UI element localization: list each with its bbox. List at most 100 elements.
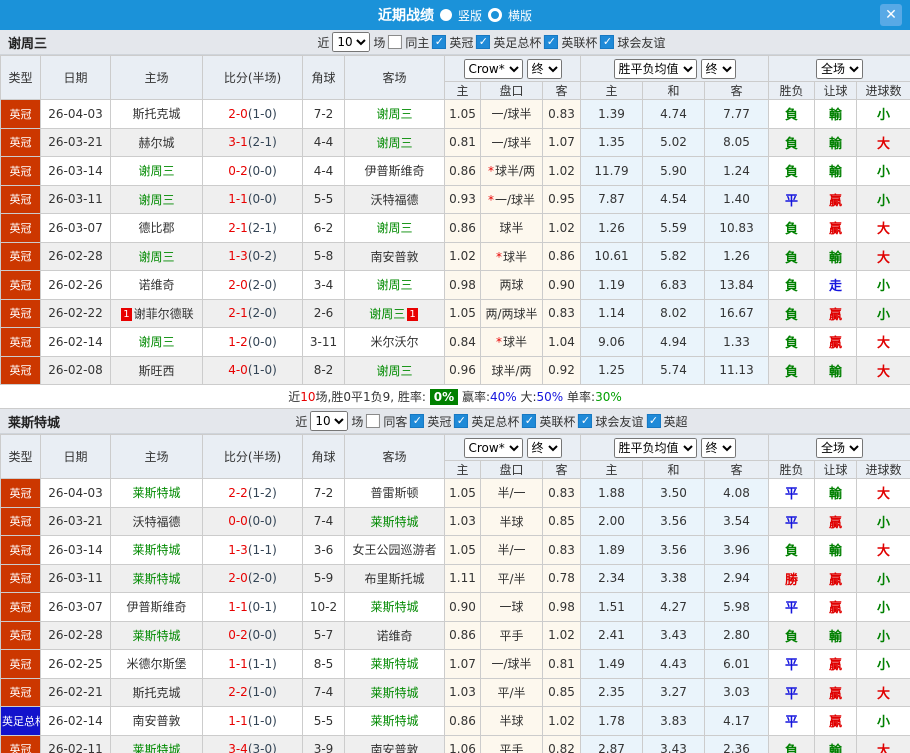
home-team: 莱斯特城	[110, 535, 203, 565]
fulltime-score: 2-0	[228, 106, 248, 121]
scope-select-2[interactable]: 全场	[816, 437, 864, 458]
home-team: 德比郡	[110, 213, 203, 243]
result-handicap: 輸	[814, 99, 858, 129]
match-row: 英冠 26-04-03 斯托克城 2-0(1-0) 7-2 谢周三 1.05 一/球半 0.83…	[0, 99, 910, 129]
away-team: 谢周三 1	[344, 298, 445, 328]
handicap: 一/球半	[480, 127, 543, 157]
match-date: 26-03-11	[40, 184, 111, 214]
result-goals: 小	[856, 620, 910, 650]
league-checkbox-英联杯[interactable]: ✓	[522, 414, 537, 428]
avg-draw-odds: 4.54	[642, 184, 706, 214]
type-badge: 英冠	[0, 156, 41, 186]
type-badge: 英冠	[0, 355, 41, 385]
col-odds-away: 客	[541, 81, 582, 100]
result-goals: 小	[856, 99, 910, 129]
league-label: 球会友谊	[595, 414, 644, 429]
result-goals: 大	[856, 535, 910, 565]
league-checkbox-英超[interactable]: ✓	[646, 414, 661, 428]
result-wdl: 平	[768, 649, 816, 679]
col-corner: 角球	[302, 434, 345, 479]
league-checkbox-英足总杯[interactable]: ✓	[476, 35, 491, 49]
match-row: 英冠 26-02-14 谢周三 1-2(0-0) 3-11 米尔沃尔 0.84 *球半 1.04…	[0, 327, 910, 357]
home-odds: 1.07	[444, 649, 481, 679]
away-team: 莱斯特城	[344, 706, 445, 736]
home-odds: 0.93	[444, 184, 481, 214]
avg-home-odds: 1.19	[580, 270, 644, 300]
same-venue-checkbox[interactable]	[366, 414, 381, 428]
home-odds: 0.98	[444, 270, 481, 300]
match-date: 26-02-26	[40, 270, 111, 300]
odds-final-select-2[interactable]: 终	[526, 437, 562, 458]
match-row: 英冠 26-02-26 诺维奇 2-0(2-0) 3-4 谢周三 0.98 两球 0.90 1.1…	[0, 270, 910, 300]
col-avg-draw: 和	[642, 460, 706, 479]
odds-company-select-2[interactable]: Crow*	[463, 437, 523, 458]
result-handicap: 贏	[814, 506, 858, 536]
fulltime-score: 1-3	[228, 542, 248, 557]
recent-count-select[interactable]: 10	[310, 411, 349, 431]
match-row: 英冠 26-02-25 米德尔斯堡 1-1(1-1) 8-5 莱斯特城 1.07 一/球半 0.…	[0, 649, 910, 679]
away-odds: 0.83	[541, 298, 582, 328]
close-button[interactable]: ✕	[880, 4, 902, 26]
horizontal-layout-radio[interactable]	[488, 8, 502, 22]
home-odds: 0.96	[444, 355, 481, 385]
odds-final-select-1[interactable]: 终	[526, 58, 562, 79]
result-handicap: 贏	[814, 677, 858, 707]
league-checkbox-英联杯[interactable]: ✓	[544, 35, 559, 49]
away-team: 布里斯托城	[344, 563, 445, 593]
match-date: 26-04-03	[40, 478, 111, 508]
filter-bar-1: 近 10 场同主 ✓ 英冠 ✓ 英足总杯 ✓ 英联杯 ✓ 球会友谊	[317, 32, 665, 52]
away-team-name: 莱斯特城	[370, 714, 419, 729]
home-team-name: 莱斯特城	[132, 486, 181, 501]
result-wdl: 負	[768, 327, 816, 357]
col-wdl: 胜负	[768, 460, 816, 479]
away-team-name: 普雷斯顿	[370, 486, 419, 501]
vertical-layout-radio[interactable]	[439, 9, 452, 21]
same-venue-checkbox[interactable]	[388, 35, 403, 49]
result-goals: 小	[856, 156, 910, 186]
corner-score: 10-2	[302, 592, 345, 622]
avg-draw-odds: 3.43	[642, 620, 706, 650]
corner-score: 5-5	[302, 706, 345, 736]
team-1-summary: 近10场,胜0平1负9, 胜率: 0% 赢率:40% 大:50% 单率:30%	[0, 385, 910, 409]
league-checkbox-球会友谊[interactable]: ✓	[600, 35, 615, 49]
scope-select-1[interactable]: 全场	[816, 58, 864, 79]
league-checkbox-英冠[interactable]: ✓	[410, 414, 425, 428]
odds-company-select-1[interactable]: Crow*	[463, 58, 523, 79]
handicap: 半球	[480, 506, 543, 536]
match-date: 26-02-28	[40, 620, 111, 650]
match-date: 26-03-07	[40, 592, 111, 622]
avg-draw-odds: 4.27	[642, 592, 706, 622]
league-checkbox-英足总杯[interactable]: ✓	[454, 414, 469, 428]
result-wdl: 負	[768, 535, 816, 565]
avg-final-select-1[interactable]: 终	[700, 58, 736, 79]
corner-score: 7-4	[302, 677, 345, 707]
handicap: *球半	[480, 241, 543, 271]
corner-score: 3-4	[302, 270, 345, 300]
avg-final-select-2[interactable]: 终	[700, 437, 736, 458]
handicap-value: 球半	[502, 249, 527, 264]
avg-home-odds: 2.34	[580, 563, 644, 593]
recent-count-select[interactable]: 10	[332, 32, 371, 52]
halftime-score: (0-0)	[247, 334, 277, 349]
handicap: 平手	[480, 620, 543, 650]
avg-away-odds: 11.13	[704, 355, 770, 385]
home-team-name: 沃特福德	[132, 514, 181, 529]
away-team-name: 莱斯特城	[370, 514, 419, 529]
home-odds: 1.05	[444, 298, 481, 328]
col-avg-home: 主	[580, 460, 644, 479]
home-team: 1 谢菲尔德联	[110, 298, 203, 328]
avg-select-1[interactable]: 胜平负均值	[613, 58, 697, 79]
handicap-value: 球半	[502, 335, 527, 350]
fulltime-score: 0-0	[228, 514, 248, 529]
corner-score: 4-4	[302, 127, 345, 157]
match-row: 英冠 26-03-14 莱斯特城 1-3(1-1) 3-6 女王公园巡游者 1.05 半/一 0…	[0, 535, 910, 565]
league-checkbox-球会友谊[interactable]: ✓	[578, 414, 593, 428]
league-checkbox-英冠[interactable]: ✓	[432, 35, 447, 49]
type-badge: 英冠	[0, 127, 41, 157]
home-team: 莱斯特城	[110, 478, 203, 508]
changed-handicap-marker: *	[495, 249, 502, 264]
avg-home-odds: 2.41	[580, 620, 644, 650]
fulltime-score: 2-2	[228, 485, 248, 500]
avg-select-2[interactable]: 胜平负均值	[613, 437, 697, 458]
match-score: 3-4(3-0)	[202, 734, 303, 753]
